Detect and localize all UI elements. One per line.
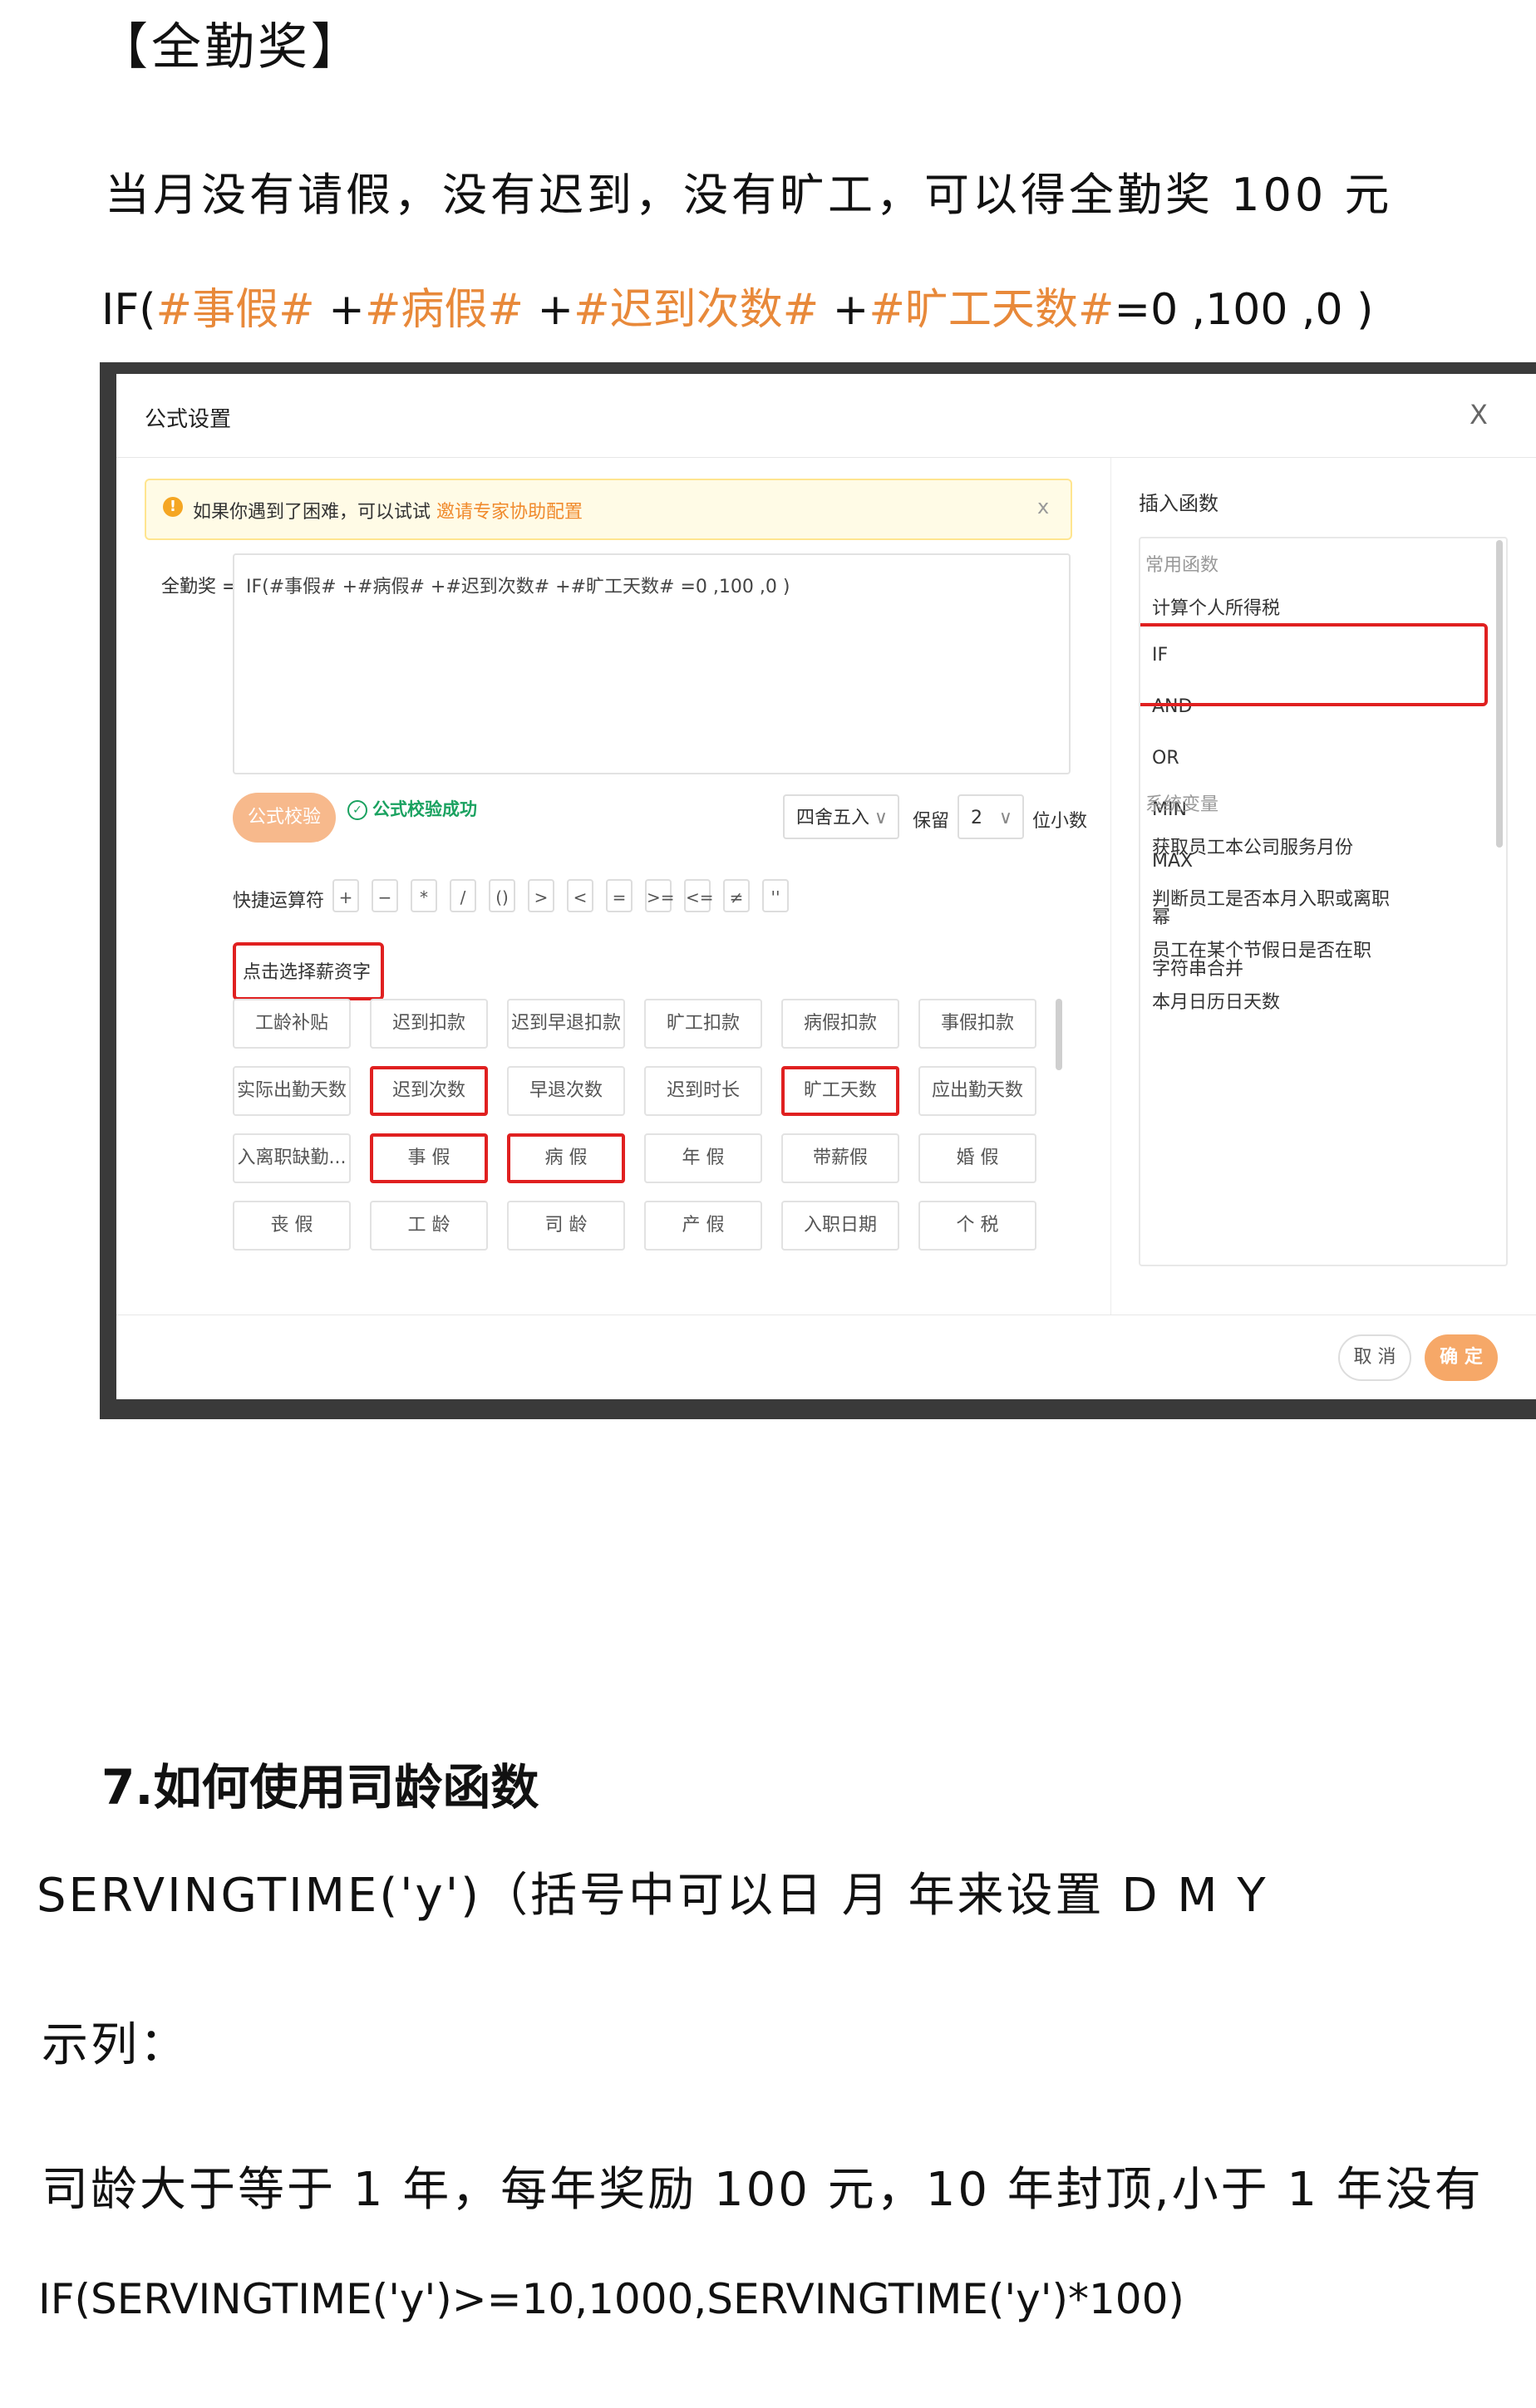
confirm-button[interactable]: 确 定: [1425, 1334, 1498, 1381]
salary-field-chip[interactable]: 带薪假: [781, 1133, 899, 1183]
divider: [1110, 458, 1111, 1315]
salary-field-chip[interactable]: 事假扣款: [918, 999, 1036, 1049]
chevron-down-icon: ∨: [874, 808, 888, 828]
salary-field-chip[interactable]: 迟到时长: [644, 1066, 762, 1116]
decimals-value: 2: [971, 808, 982, 828]
field-scrollbar[interactable]: [1056, 999, 1062, 1070]
system-variable-item[interactable]: 判断员工是否本月入职或离职: [1152, 884, 1390, 911]
operator-button[interactable]: (): [489, 879, 515, 912]
salary-field-chip[interactable]: 迟到早退扣款: [507, 999, 625, 1049]
salary-field-chip[interactable]: 事 假: [370, 1133, 488, 1183]
formula-dialog: 公式设置 X ! 如果你遇到了困难，可以试试 邀请专家协助配置 x 全勤奖 = …: [116, 374, 1536, 1399]
salary-field-chip[interactable]: 工龄补贴: [233, 999, 351, 1049]
if-highlight-box: [1140, 623, 1488, 706]
system-variable-item[interactable]: 本月日历日天数: [1152, 987, 1280, 1014]
expert-help-link[interactable]: 邀请专家协助配置: [436, 502, 583, 523]
operator-button[interactable]: −: [372, 879, 398, 912]
salary-field-chip[interactable]: 迟到次数: [370, 1066, 488, 1116]
cancel-button[interactable]: 取 消: [1338, 1334, 1411, 1381]
operators-label: 快捷运算符: [233, 891, 325, 912]
notice-message: 如果你遇到了困难，可以试试: [193, 502, 436, 523]
decimals-label: 位小数: [1032, 811, 1088, 832]
notice-banner: ! 如果你遇到了困难，可以试试 邀请专家协助配置 x: [145, 479, 1072, 540]
formula-suffix: =0 ,100 ,0 ): [1114, 285, 1374, 335]
formula-field-shijia: #事假#: [155, 285, 315, 335]
operator-button[interactable]: *: [411, 879, 437, 912]
formula-field-kuanggong: #旷工天数#: [869, 285, 1115, 335]
salary-field-chip[interactable]: 年 假: [644, 1133, 762, 1183]
formula-field-bingjia: #病假#: [364, 285, 524, 335]
formula-plus: +: [819, 285, 869, 335]
operator-button[interactable]: '': [762, 879, 789, 912]
operator-button[interactable]: >: [528, 879, 554, 912]
formula-field-chidao: #迟到次数#: [574, 285, 820, 335]
close-icon[interactable]: X: [1470, 399, 1488, 430]
notice-close-icon[interactable]: x: [1037, 495, 1049, 518]
salary-field-chip[interactable]: 应出勤天数: [918, 1066, 1036, 1116]
servingtime-formula: IF(SERVINGTIME('y')>=10,1000,SERVINGTIME…: [38, 2275, 1184, 2323]
verify-success-status: ✓ 公式校验成功: [347, 796, 477, 821]
operator-button[interactable]: =: [606, 879, 633, 912]
award-heading: 【全勤奖】: [98, 18, 364, 76]
rounding-value: 四舍五入: [796, 808, 870, 828]
example-description: 司龄大于等于 1 年，每年奖励 100 元，10 年封顶,小于 1 年没有: [42, 2163, 1484, 2217]
divider: [116, 457, 1536, 458]
formula-plus: +: [314, 285, 365, 335]
salary-field-chip[interactable]: 病 假: [507, 1133, 625, 1183]
salary-field-chip[interactable]: 早退次数: [507, 1066, 625, 1116]
chevron-down-icon: ∨: [998, 808, 1012, 828]
keep-label: 保留: [913, 811, 950, 832]
salary-field-chip[interactable]: 产 假: [644, 1201, 762, 1251]
operator-button[interactable]: ≠: [723, 879, 750, 912]
function-list: 常用函数 计算个人所得税 IF AND OR MIN MAX 幂字符串合并 系统变量 获取员…: [1139, 537, 1508, 1266]
pick-field-label: 点击选择薪资字段: [233, 942, 384, 1038]
salary-field-chip[interactable]: 旷工扣款: [644, 999, 762, 1049]
salary-field-chip[interactable]: 实际出勤天数: [233, 1066, 351, 1116]
salary-field-chip[interactable]: 迟到扣款: [370, 999, 488, 1049]
operator-button[interactable]: <: [567, 879, 593, 912]
function-item[interactable]: 计算个人所得税: [1152, 593, 1280, 620]
function-group-system: 系统变量: [1145, 794, 1219, 815]
function-scrollbar[interactable]: [1496, 540, 1503, 848]
salary-field-chip[interactable]: 婚 假: [918, 1133, 1036, 1183]
formula-field-label: 全勤奖 =: [161, 577, 238, 597]
function-item[interactable]: OR: [1152, 748, 1179, 769]
operator-button[interactable]: /: [450, 879, 476, 912]
salary-field-chip[interactable]: 个 税: [918, 1201, 1036, 1251]
example-label: 示列：: [42, 2018, 189, 2072]
salary-field-chip[interactable]: 病假扣款: [781, 999, 899, 1049]
operator-button[interactable]: +: [332, 879, 359, 912]
salary-field-chip[interactable]: 入职日期: [781, 1201, 899, 1251]
servingtime-syntax: SERVINGTIME('y')（括号中可以日 月 年来设置 D M Y: [37, 1869, 1268, 1923]
verify-success-text: 公式校验成功: [372, 799, 477, 819]
formula-editor[interactable]: IF(#事假# +#病假# +#迟到次数# +#旷工天数# =0 ,100 ,0…: [233, 553, 1071, 774]
operator-button[interactable]: >=: [645, 879, 675, 912]
system-variable-item[interactable]: 员工在某个节假日是否在职: [1152, 936, 1371, 962]
formula-prefix: IF(: [101, 285, 156, 335]
salary-field-chip[interactable]: 丧 假: [233, 1201, 351, 1251]
notice-text: 如果你遇到了困难，可以试试 邀请专家协助配置: [193, 497, 583, 523]
decimals-select[interactable]: 2 ∨: [958, 794, 1024, 839]
function-group-common: 常用函数: [1145, 555, 1219, 576]
salary-field-chip[interactable]: 工 龄: [370, 1201, 488, 1251]
operator-button[interactable]: <=: [684, 879, 714, 912]
check-circle-icon: ✓: [347, 800, 367, 820]
formula-editor-text: IF(#事假# +#病假# +#迟到次数# +#旷工天数# =0 ,100 ,0…: [246, 577, 790, 597]
system-variable-item[interactable]: 获取员工本公司服务月份: [1152, 833, 1353, 859]
verify-formula-button[interactable]: 公式校验: [233, 793, 336, 843]
insert-function-title: 插入函数: [1139, 492, 1218, 515]
formula-plus: +: [523, 285, 574, 335]
salary-field-chip[interactable]: 旷工天数: [781, 1066, 899, 1116]
section-heading: 7.如何使用司龄函数: [101, 1759, 539, 1816]
salary-field-chip[interactable]: 司 龄: [507, 1201, 625, 1251]
salary-field-chip[interactable]: 入离职缺勤...: [233, 1133, 351, 1183]
dialog-title: 公式设置: [145, 407, 232, 432]
rounding-select[interactable]: 四舍五入 ∨: [783, 794, 899, 839]
formula-line: IF(#事假# +#病假# +#迟到次数# +#旷工天数#=0 ,100 ,0 …: [101, 274, 1373, 337]
warning-icon: !: [163, 497, 183, 517]
rule-paragraph: 当月没有请假，没有迟到，没有旷工，可以得全勤奖 100 元: [105, 169, 1393, 221]
